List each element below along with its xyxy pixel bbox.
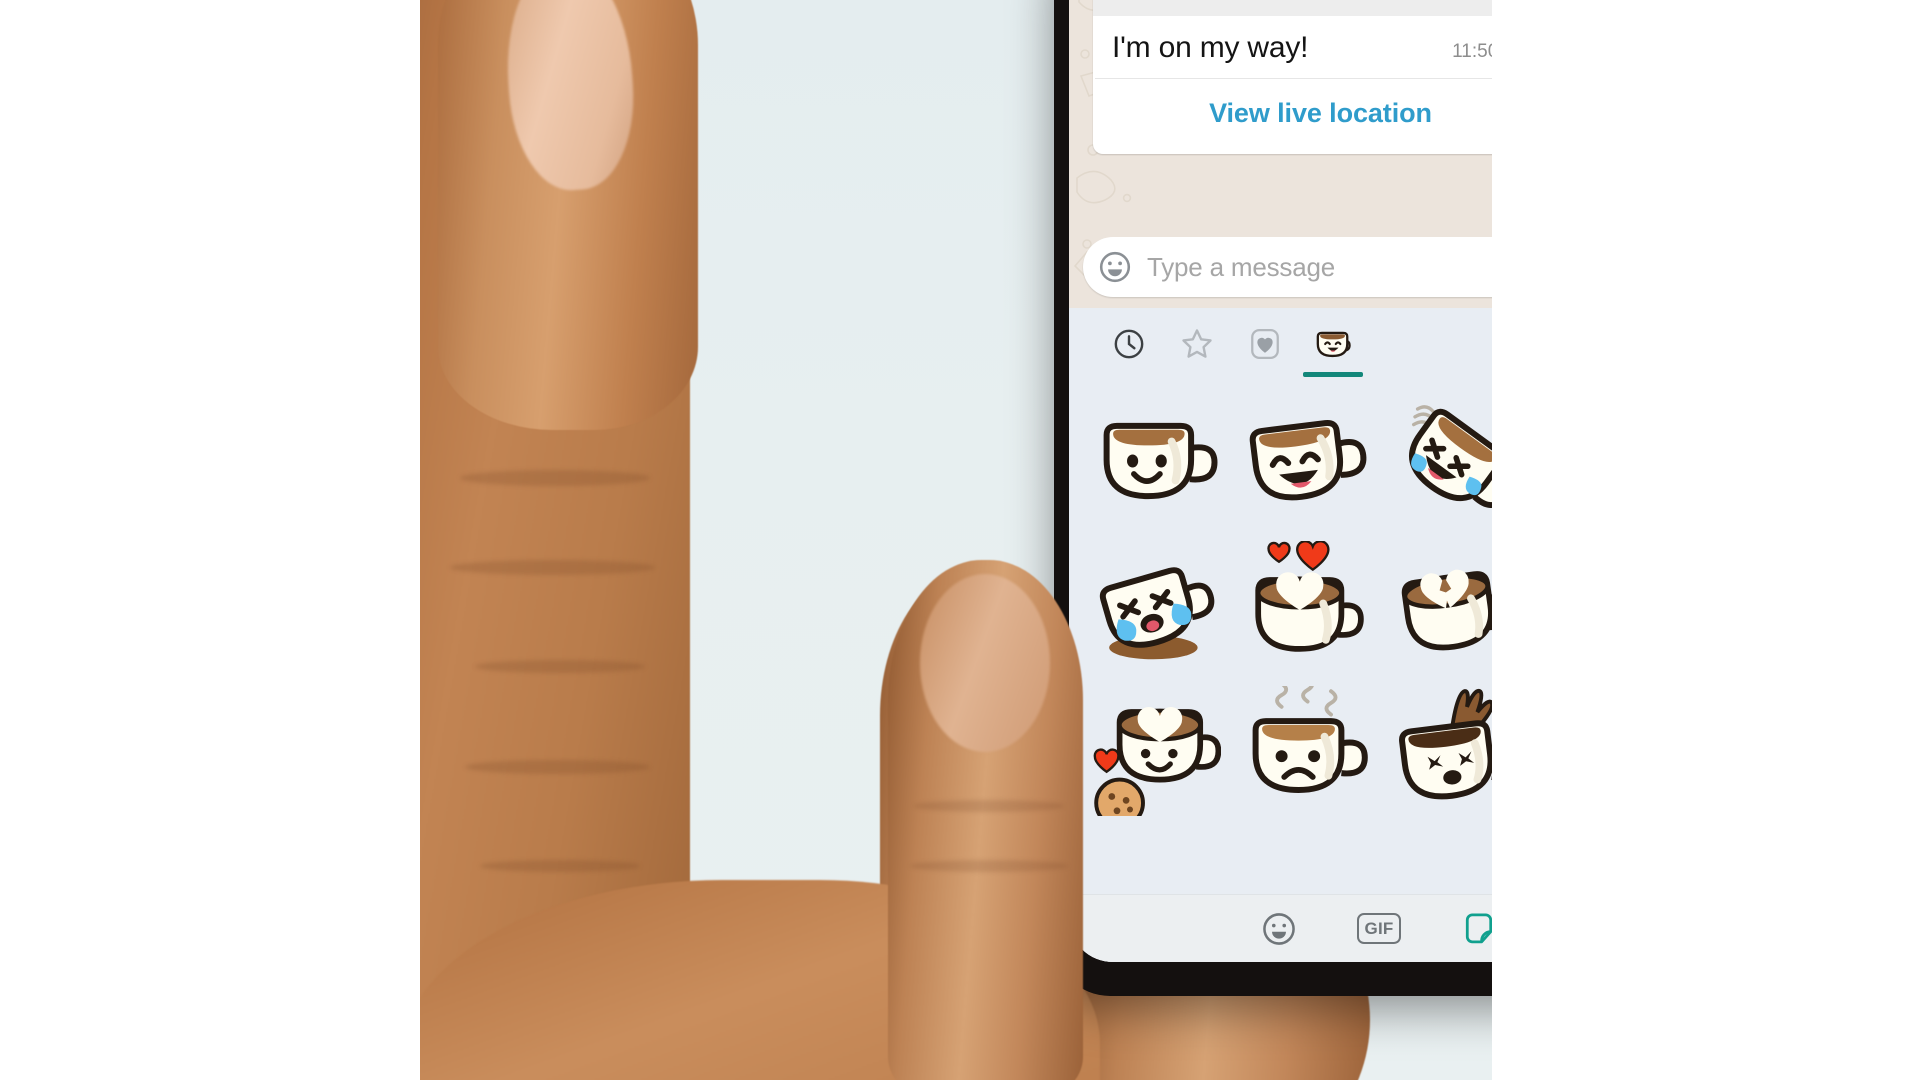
- skin-crease: [475, 660, 645, 673]
- heart-in-square-icon: [1251, 328, 1279, 360]
- touching-finger-tip: [920, 574, 1050, 752]
- skin-crease: [480, 860, 640, 872]
- photo-backdrop: 11:40 AM I'm on my way! 11:50 AM View li…: [420, 0, 1492, 1080]
- skin-crease: [465, 760, 650, 774]
- sticker-cup-laugh[interactable]: [1240, 396, 1370, 526]
- message-input-pill[interactable]: Type a message: [1083, 237, 1492, 297]
- finger-knuckle-crease: [914, 800, 1064, 812]
- sticker-cup-sad-steam[interactable]: [1240, 685, 1370, 816]
- sticker-grid: [1069, 380, 1492, 823]
- clock-icon: [1114, 329, 1144, 359]
- sticker-latte-heart[interactable]: [1240, 540, 1370, 671]
- active-tab-underline: [1303, 372, 1363, 377]
- message-input-bar: Type a message: [1069, 226, 1492, 308]
- sticker-tab-coffee-pack[interactable]: [1299, 313, 1367, 377]
- sticker-cup-sob[interactable]: [1091, 541, 1221, 671]
- gif-label: GIF: [1357, 913, 1401, 944]
- message-text-row: I'm on my way! 11:50 AM: [1093, 16, 1492, 78]
- emoji-picker-icon[interactable]: [1097, 249, 1133, 285]
- sticker-cup-splash[interactable]: [1389, 686, 1493, 816]
- coffee-cup-sticker-icon: [1316, 331, 1351, 358]
- map-fade-overlay: [1093, 0, 1492, 16]
- view-live-location-button[interactable]: View live location: [1093, 79, 1492, 154]
- map-preview[interactable]: 11:40 AM: [1093, 0, 1492, 16]
- phone-device: 11:40 AM I'm on my way! 11:50 AM View li…: [1054, 0, 1492, 996]
- sticker-tab-favorites[interactable]: [1163, 313, 1231, 375]
- live-location-message-bubble[interactable]: 11:40 AM I'm on my way! 11:50 AM View li…: [1093, 0, 1492, 154]
- sticker-cup-smile[interactable]: [1091, 396, 1221, 526]
- sticker-cup-rofl[interactable]: [1389, 396, 1493, 526]
- phone-screen: 11:40 AM I'm on my way! 11:50 AM View li…: [1069, 0, 1492, 962]
- right-letterbox-margin: [1492, 0, 1920, 1080]
- skin-crease: [460, 470, 650, 486]
- finger-knuckle-crease: [910, 860, 1068, 872]
- smiley-face-icon: [1263, 912, 1295, 945]
- star-icon: [1182, 329, 1212, 358]
- keyboard-bottom-tab-bar: GIF: [1069, 894, 1492, 962]
- sticker-latte-broken-heart[interactable]: [1389, 541, 1493, 671]
- message-text: I'm on my way!: [1112, 31, 1309, 64]
- sticker-latte-cookie[interactable]: [1091, 686, 1221, 816]
- bottom-tab-gif[interactable]: GIF: [1353, 903, 1405, 955]
- screenshot-stage: 11:40 AM I'm on my way! 11:50 AM View li…: [0, 0, 1920, 1080]
- sticker-tab-loved[interactable]: [1231, 313, 1299, 375]
- message-input-placeholder[interactable]: Type a message: [1133, 252, 1492, 283]
- sticker-icon: [1465, 913, 1492, 943]
- bottom-tab-emoji[interactable]: [1253, 903, 1305, 955]
- sticker-pack-tabs: [1069, 308, 1492, 380]
- skin-crease: [450, 560, 655, 575]
- left-letterbox-margin: [0, 0, 420, 1080]
- message-timestamp: 11:50 AM: [1452, 41, 1492, 62]
- sticker-tab-recents[interactable]: [1095, 313, 1163, 375]
- bottom-tab-sticker[interactable]: [1453, 903, 1492, 955]
- sticker-panel: GIF: [1069, 308, 1492, 962]
